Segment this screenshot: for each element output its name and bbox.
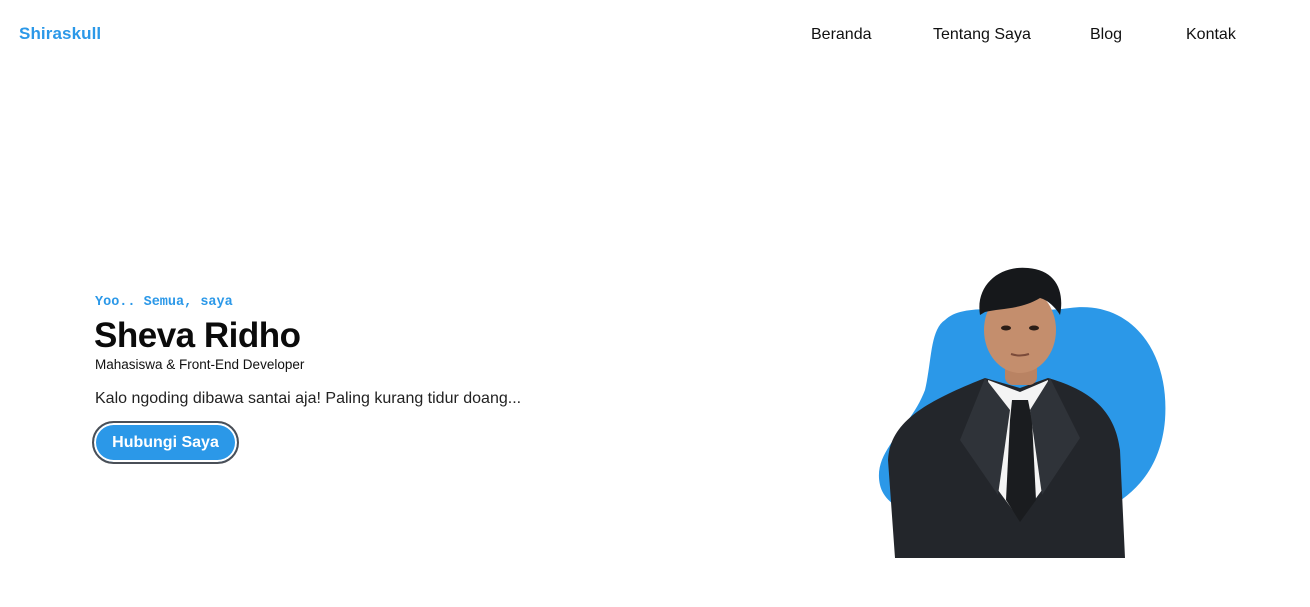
portfolio-page: Shiraskull Beranda Tentang Saya Blog Kon…: [0, 0, 1310, 607]
contact-me-button[interactable]: Hubungi Saya: [92, 421, 239, 464]
hero-name: Sheva Ridho: [94, 316, 301, 355]
hero-greeting: Yoo.. Semua, saya: [95, 295, 233, 310]
hero-role: Mahasiswa & Front-End Developer: [95, 357, 305, 372]
hero-tagline: Kalo ngoding dibawa santai aja! Paling k…: [95, 390, 522, 407]
navbar: Shiraskull Beranda Tentang Saya Blog Kon…: [0, 0, 1310, 70]
brand-logo-link[interactable]: Shiraskull: [19, 24, 101, 44]
hero-portrait: [870, 260, 1180, 560]
nav-link-blog[interactable]: Blog: [1090, 26, 1122, 44]
nav-link-tentang-saya[interactable]: Tentang Saya: [933, 26, 1031, 44]
nav-link-kontak[interactable]: Kontak: [1186, 26, 1236, 44]
nav-link-beranda[interactable]: Beranda: [811, 26, 872, 44]
